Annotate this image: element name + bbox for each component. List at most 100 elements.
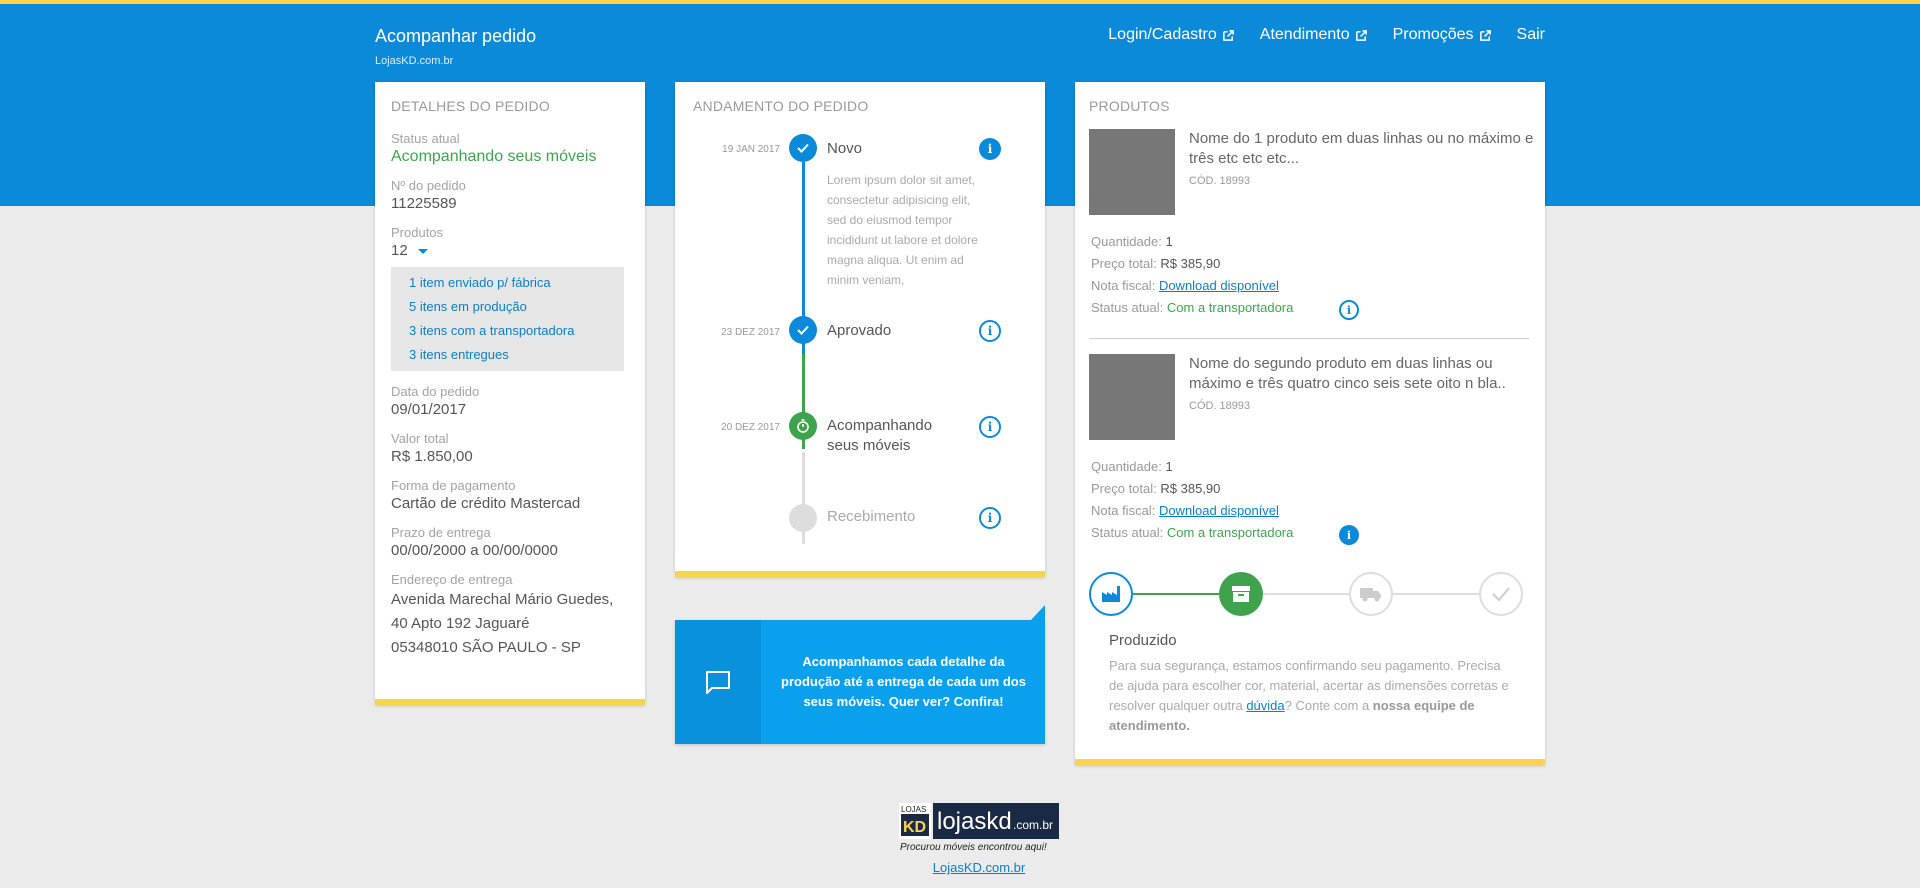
info-icon[interactable]: i bbox=[979, 320, 1001, 342]
products-count-toggle[interactable]: 12 bbox=[391, 241, 629, 261]
address-label: Endereço de entrega bbox=[391, 572, 513, 587]
quantity-row: Quantidade: 1 bbox=[1091, 459, 1173, 474]
cta-text: Acompanhamos cada detalhe da produção at… bbox=[781, 654, 1026, 709]
nav-login[interactable]: Login/Cadastro bbox=[1108, 26, 1235, 44]
stopwatch-icon bbox=[789, 412, 817, 440]
stage-text: ? Conte com a bbox=[1284, 698, 1373, 713]
products-label: Produtos bbox=[391, 225, 444, 240]
external-link-icon bbox=[1355, 29, 1367, 41]
product-image bbox=[1089, 354, 1175, 440]
address-field: Endereço de entrega Avenida Marechal Már… bbox=[391, 571, 629, 660]
info-icon[interactable]: i bbox=[979, 138, 1001, 160]
invoice-row: Nota fiscal: Download disponível bbox=[1091, 278, 1279, 293]
check-icon bbox=[789, 316, 817, 344]
list-item[interactable]: 3 itens com a transportadora bbox=[409, 319, 624, 343]
info-icon[interactable]: i bbox=[979, 416, 1001, 438]
details-heading: DETALHES DO PEDIDO bbox=[391, 98, 550, 114]
product-status-row: Status atual: Com a transportadora bbox=[1091, 525, 1293, 540]
status-value: Acompanhando seus móveis bbox=[391, 148, 597, 165]
payment-field: Forma de pagamento Cartão de crédito Mas… bbox=[391, 477, 629, 514]
logo-kd-text: KD bbox=[903, 819, 926, 836]
deadline-value: 00/00/2000 a 00/00/0000 bbox=[391, 542, 558, 559]
payment-label: Forma de pagamento bbox=[391, 478, 516, 493]
nav-atendimento-label: Atendimento bbox=[1259, 26, 1350, 43]
order-number-label: Nº do pedido bbox=[391, 178, 466, 193]
chevron-down-icon bbox=[417, 248, 428, 254]
product-code: CÓD. 18993 bbox=[1189, 175, 1251, 187]
list-item[interactable]: 5 itens em produção bbox=[409, 295, 624, 319]
total-value: R$ 1.850,00 bbox=[391, 448, 473, 465]
status-field: Status atual Acompanhando seus móveis bbox=[391, 130, 629, 167]
product-name: Nome do 1 produto em duas linhas ou no m… bbox=[1189, 130, 1534, 167]
info-icon[interactable]: i bbox=[1339, 300, 1359, 320]
product-status-value: Com a transportadora bbox=[1166, 525, 1294, 540]
order-date-label: Data do pedido bbox=[391, 384, 480, 399]
product-status-label: Status atual: bbox=[1091, 300, 1164, 315]
box-icon[interactable] bbox=[1219, 572, 1263, 616]
products-heading: PRODUTOS bbox=[1089, 98, 1170, 114]
product-status-value: Com a transportadora bbox=[1166, 300, 1294, 315]
order-progress-card: ANDAMENTO DO PEDIDO 19 JAN 2017 Novo i L… bbox=[675, 82, 1045, 577]
price-row: Preço total: R$ 385,90 bbox=[1091, 481, 1220, 496]
products-status-list: 1 item enviado p/ fábrica 5 itens em pro… bbox=[391, 267, 624, 371]
step-label: Recebimento bbox=[827, 508, 916, 525]
logo-tld-text: .com.br bbox=[1013, 818, 1053, 832]
quantity-label: Quantidade: bbox=[1091, 234, 1162, 249]
cta-corner bbox=[1017, 605, 1045, 635]
check-icon[interactable] bbox=[1479, 572, 1523, 616]
invoice-row: Nota fiscal: Download disponível bbox=[1091, 503, 1279, 518]
products-count: 12 bbox=[391, 242, 408, 259]
top-nav: Login/Cadastro Atendimento Promoções Sai… bbox=[1108, 26, 1545, 44]
nav-sair[interactable]: Sair bbox=[1517, 26, 1545, 44]
stage-description: Para sua segurança, estamos confirmando … bbox=[1109, 656, 1509, 736]
step-label: Novo bbox=[827, 140, 863, 157]
order-date-value: 09/01/2017 bbox=[391, 401, 467, 418]
invoice-download-link[interactable]: Download disponível bbox=[1159, 503, 1279, 518]
payment-value: Cartão de crédito Mastercad bbox=[391, 495, 581, 512]
stage-connector bbox=[1263, 593, 1349, 595]
products-card: PRODUTOS Nome do 1 produto em duas linha… bbox=[1075, 82, 1545, 765]
nav-promocoes[interactable]: Promoções bbox=[1393, 26, 1492, 44]
deadline-label: Prazo de entrega bbox=[391, 525, 491, 540]
total-field: Valor total R$ 1.850,00 bbox=[391, 430, 629, 467]
chat-icon bbox=[675, 620, 761, 744]
page-title: Acompanhar pedido bbox=[375, 26, 537, 46]
nav-promocoes-label: Promoções bbox=[1392, 26, 1474, 43]
quantity-value: 1 bbox=[1165, 459, 1173, 474]
logo-tagline: Procurou móveis encontrou aqui! bbox=[900, 842, 1047, 853]
list-item[interactable]: 1 item enviado p/ fábrica bbox=[409, 271, 624, 295]
nav-atendimento[interactable]: Atendimento bbox=[1260, 26, 1368, 44]
product-name: Nome do segundo produto em duas linhas o… bbox=[1189, 355, 1506, 392]
price-value: R$ 385,90 bbox=[1160, 256, 1221, 271]
info-icon[interactable]: i bbox=[1339, 525, 1359, 545]
step-label: Aprovado bbox=[827, 322, 892, 339]
progress-heading: ANDAMENTO DO PEDIDO bbox=[693, 98, 869, 114]
truck-icon[interactable] bbox=[1349, 572, 1393, 616]
status-label: Status atual bbox=[391, 131, 460, 146]
price-label: Preço total: bbox=[1091, 481, 1157, 496]
invoice-download-link[interactable]: Download disponível bbox=[1159, 278, 1279, 293]
quantity-value: 1 bbox=[1165, 234, 1173, 249]
stage-connector bbox=[1133, 593, 1219, 595]
external-link-icon bbox=[1479, 29, 1491, 41]
price-row: Preço total: R$ 385,90 bbox=[1091, 256, 1220, 271]
factory-icon[interactable] bbox=[1089, 572, 1133, 616]
product-code: CÓD. 18993 bbox=[1189, 400, 1251, 412]
production-cta-banner[interactable]: Acompanhamos cada detalhe da produção at… bbox=[675, 605, 1045, 744]
step-description: Lorem ipsum dolor sit amet, consectetur … bbox=[827, 173, 978, 287]
total-label: Valor total bbox=[391, 431, 449, 446]
help-link[interactable]: dúvida bbox=[1246, 698, 1284, 713]
product-status-row: Status atual: Com a transportadora bbox=[1091, 300, 1293, 315]
footer-site-link[interactable]: LojasKD.com.br bbox=[0, 860, 1920, 875]
list-item[interactable]: 3 itens entregues bbox=[409, 343, 624, 367]
stage-connector bbox=[1393, 593, 1479, 595]
price-label: Preço total: bbox=[1091, 256, 1157, 271]
info-icon[interactable]: i bbox=[979, 507, 1001, 529]
order-date-field: Data do pedido 09/01/2017 bbox=[391, 383, 629, 420]
lojaskd-logo: LOJAS KD lojaskd .com.br Procurou móveis… bbox=[899, 803, 1059, 853]
address-line: 05348010 SÃO PAULO - SP bbox=[391, 639, 581, 656]
stage-title: Produzido bbox=[1109, 632, 1177, 649]
nav-login-label: Login/Cadastro bbox=[1108, 26, 1217, 43]
logo-site-text: lojaskd bbox=[937, 808, 1012, 835]
products-field: Produtos 12 1 item enviado p/ fábrica 5 … bbox=[391, 224, 629, 371]
